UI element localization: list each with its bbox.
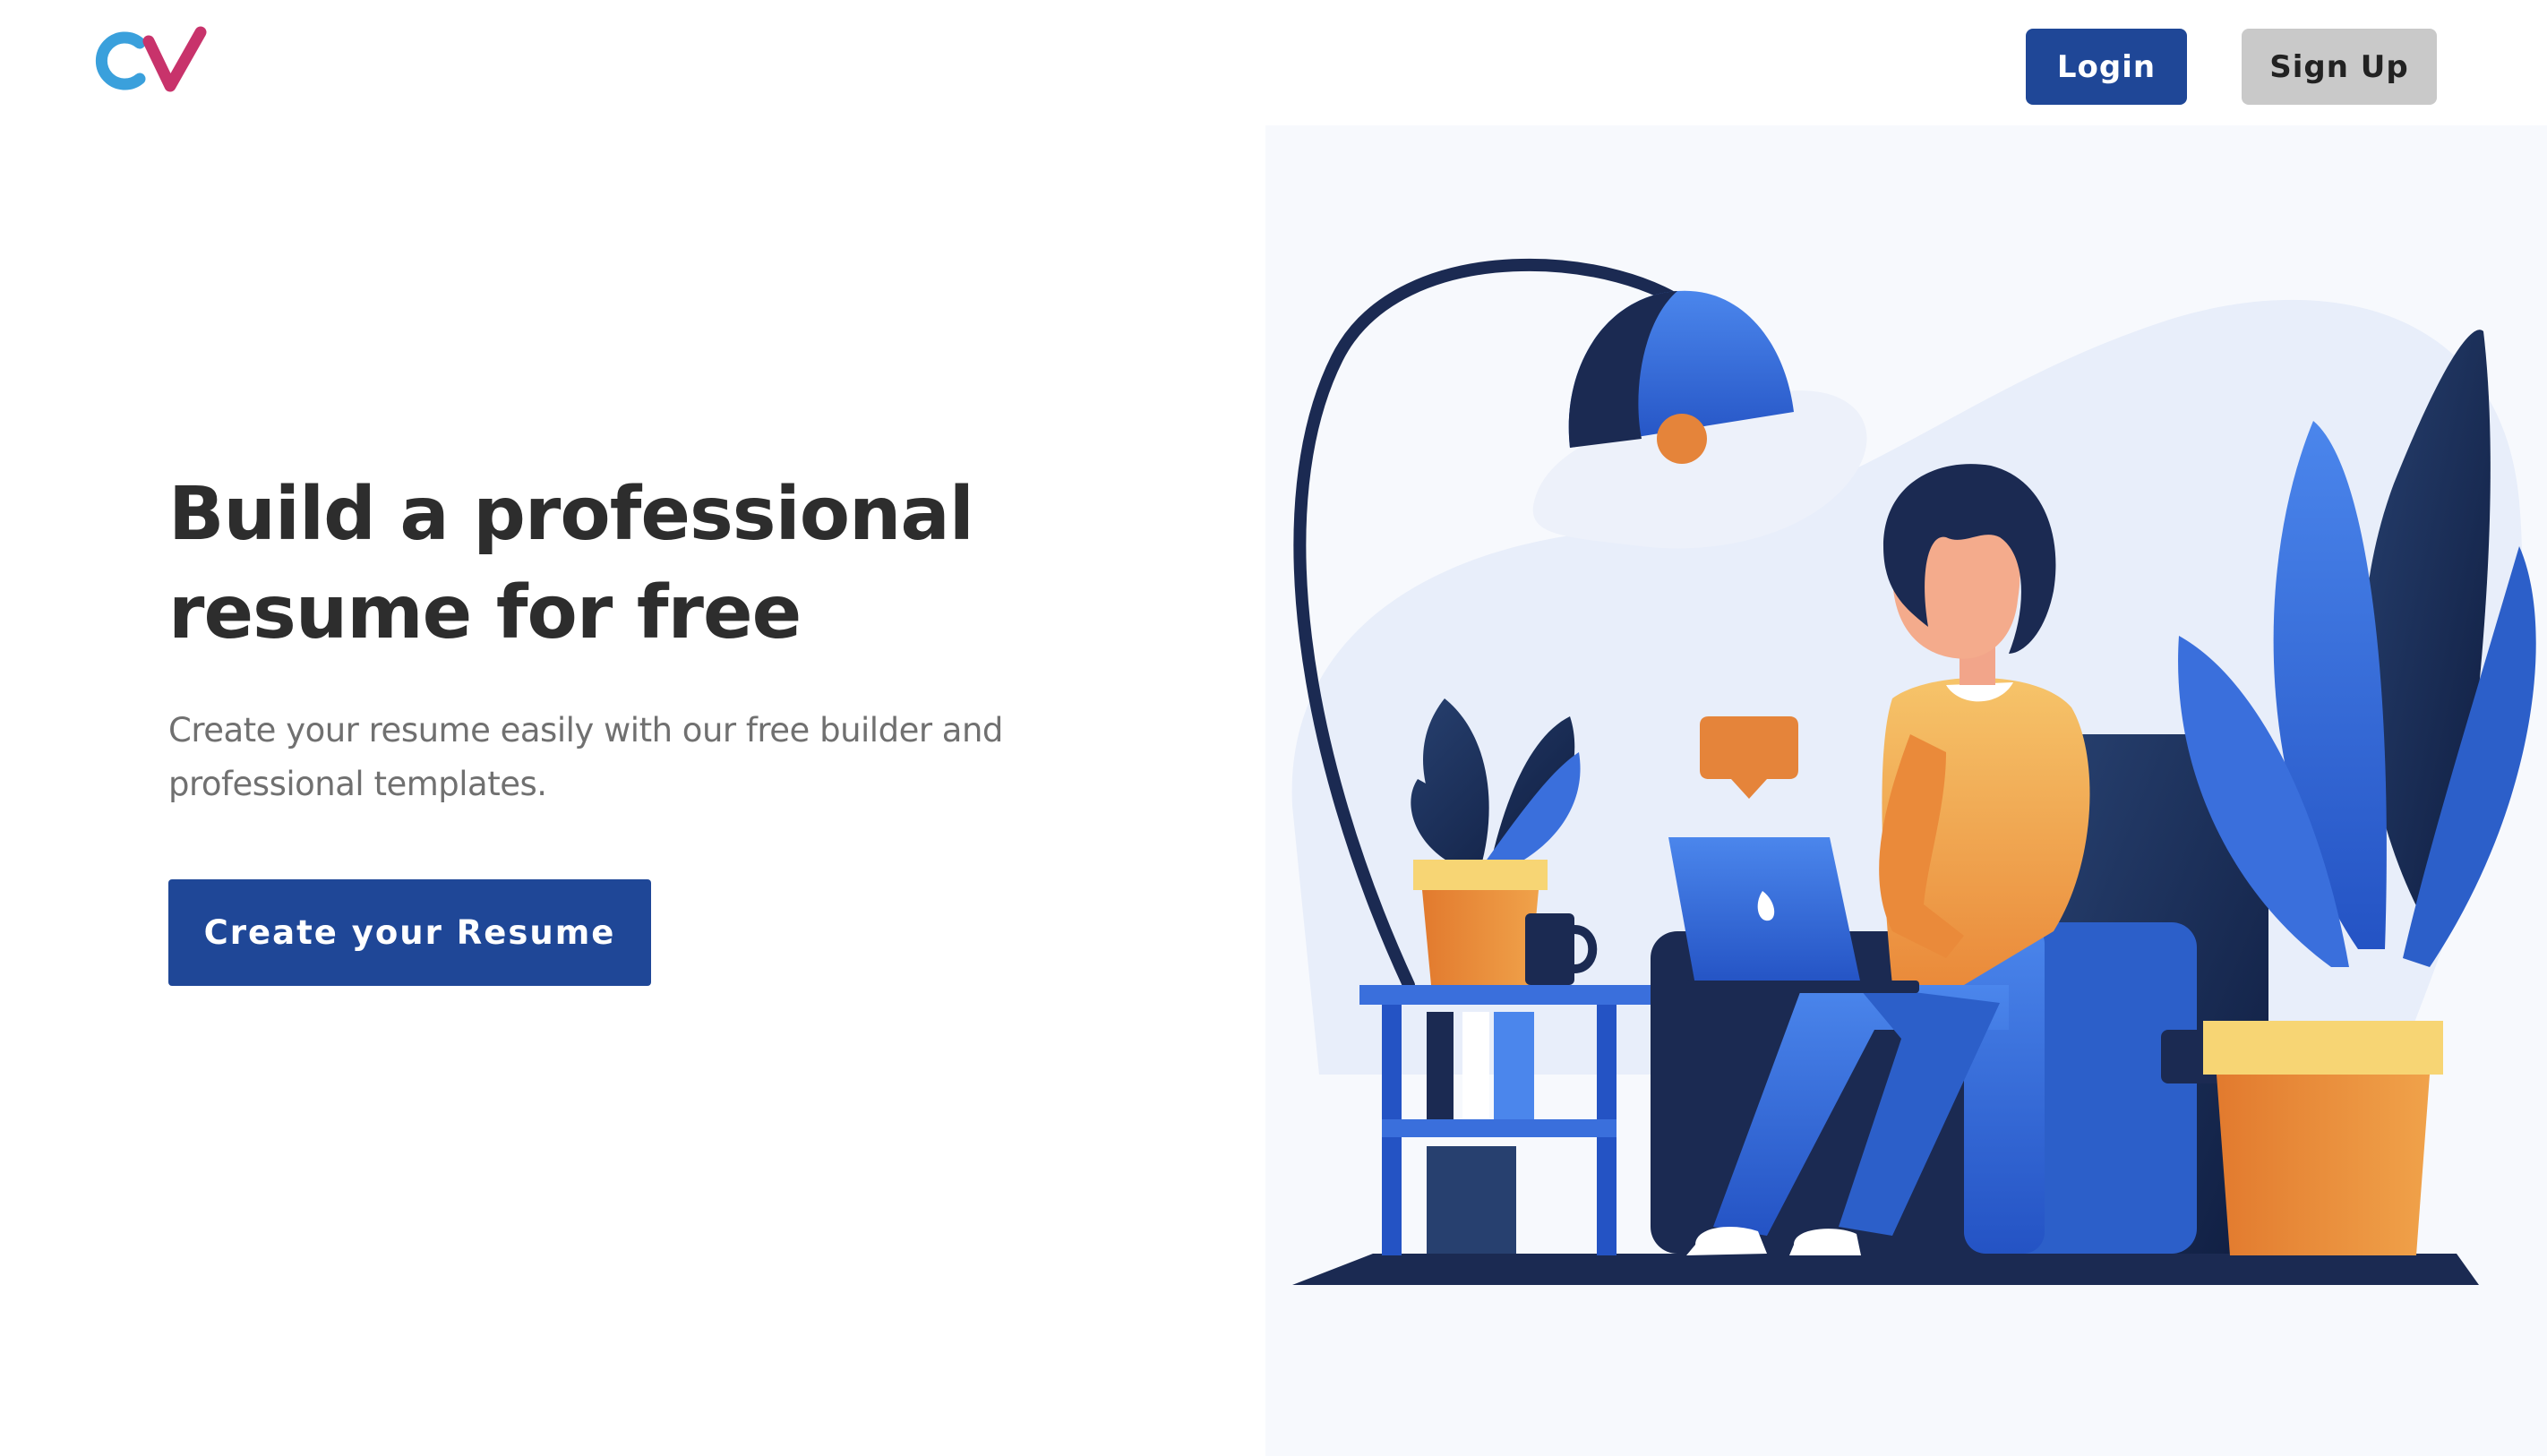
mug (1525, 913, 1574, 985)
lamp-bulb (1657, 414, 1707, 464)
book (1462, 1012, 1489, 1119)
big-plant-pot-rim (2203, 1021, 2443, 1075)
hero-subtitle-line-1: Create your resume easily with our free … (168, 711, 1003, 749)
hero-title-line-1: Build a professional (168, 472, 974, 557)
laptop-base (1686, 981, 1919, 993)
login-button[interactable]: Login (2026, 29, 2187, 105)
cv-logo[interactable] (93, 23, 208, 98)
hero-title: Build a professional resume for free (168, 466, 1198, 663)
woman-working-on-laptop-illustration (1291, 258, 2536, 1285)
create-resume-button[interactable]: Create your Resume (168, 879, 651, 986)
book (1494, 1012, 1534, 1119)
small-plant-pot-rim (1413, 860, 1548, 890)
big-plant-pot (2217, 1075, 2430, 1255)
side-table-top (1359, 985, 1655, 1005)
hero-subtitle: Create your resume easily with our free … (168, 704, 1064, 811)
book (1427, 1146, 1516, 1254)
small-plant-pot (1422, 890, 1539, 985)
side-table-shelf (1382, 1119, 1617, 1137)
floor (1292, 1254, 2479, 1285)
hero-subtitle-line-2: professional templates. (168, 765, 547, 803)
book (1427, 1012, 1454, 1119)
signup-button[interactable]: Sign Up (2242, 29, 2437, 105)
hero-title-line-2: resume for free (168, 570, 802, 655)
